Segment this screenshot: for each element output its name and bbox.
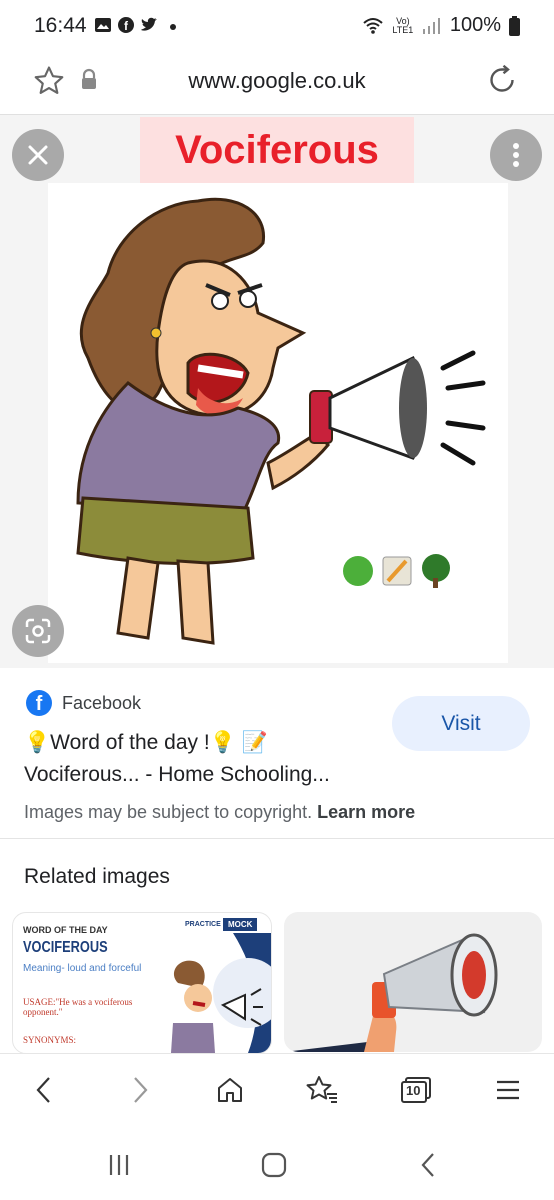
image-word-banner: Vociferous [140, 117, 414, 183]
shouting-woman-illustration [76, 197, 486, 645]
related-image-card[interactable] [284, 912, 542, 1052]
result-title-line1: 💡Word of the day !💡 📝 [24, 731, 268, 754]
url-bar: www.google.co.uk [0, 52, 554, 115]
source-name: Facebook [62, 692, 142, 713]
card-word: VOCIFEROUS [23, 939, 108, 956]
system-back-button[interactable] [407, 1147, 451, 1183]
close-icon [28, 145, 48, 165]
tabs-button[interactable]: 10 [394, 1070, 438, 1110]
image-word-text: Vociferous [175, 128, 379, 172]
card-mock-badge: MOCK [223, 918, 258, 931]
close-button[interactable] [12, 129, 64, 181]
url-text[interactable]: www.google.co.uk [0, 68, 554, 94]
card-meaning: Meaning- loud and forceful [23, 963, 142, 974]
forward-icon [134, 1077, 148, 1103]
battery-percent: 100% [449, 14, 501, 36]
home-button[interactable] [208, 1070, 252, 1110]
bookmarks-button[interactable] [300, 1070, 344, 1110]
reload-icon[interactable] [484, 62, 520, 98]
recents-button[interactable] [97, 1147, 141, 1183]
divider [0, 838, 554, 839]
visit-button[interactable]: Visit [392, 696, 530, 751]
system-navigation-bar [0, 1125, 554, 1200]
gallery-icon [95, 18, 111, 32]
twitter-icon [141, 17, 157, 31]
card-practice-label: PRACTICE [185, 921, 221, 928]
result-title-line2: Vociferous... - Home Schooling... [24, 763, 330, 786]
status-right: Vo) LTE1 100% [362, 14, 520, 37]
menu-button[interactable] [486, 1070, 530, 1110]
card-synonyms: SYNONYMS: [23, 1035, 77, 1045]
wifi-icon [363, 17, 383, 34]
card-illustration [171, 933, 271, 1053]
megaphone-illustration [284, 933, 498, 1052]
related-image-card[interactable]: WORD OF THE DAY VOCIFEROUS Meaning- loud… [12, 912, 272, 1054]
recents-icon [109, 1155, 129, 1175]
image-viewer[interactable]: Vociferous [0, 115, 554, 668]
copyright-text: Images may be subject to copyright. [24, 802, 318, 822]
tabs-count: 10 [406, 1083, 421, 1098]
status-time: 16:44 [34, 14, 87, 37]
signal-icon [422, 17, 440, 34]
more-vert-icon [513, 143, 519, 167]
home-icon [218, 1078, 242, 1102]
notification-dot [170, 24, 176, 30]
lens-search-button[interactable] [12, 605, 64, 657]
battery-icon [509, 15, 520, 36]
card-kicker: WORD OF THE DAY [23, 925, 108, 935]
copyright-notice: Images may be subject to copyright. Lear… [24, 802, 415, 823]
result-title[interactable]: 💡Word of the day !💡 📝 Vociferous... - Ho… [24, 727, 374, 791]
system-home-button[interactable] [252, 1147, 296, 1183]
facebook-status-icon: f [118, 17, 134, 33]
system-home-icon [261, 1152, 287, 1178]
system-back-icon [421, 1153, 434, 1177]
learn-more-link[interactable]: Learn more [317, 802, 415, 822]
forward-button[interactable] [118, 1070, 162, 1110]
back-button[interactable] [22, 1070, 66, 1110]
related-images-title: Related images [24, 865, 170, 888]
more-options-button[interactable] [490, 129, 542, 181]
result-source[interactable]: f Facebook [26, 690, 141, 716]
bookmarks-star-icon [306, 1076, 337, 1103]
facebook-logo-icon: f [26, 690, 52, 716]
card-usage: USAGE:"He was a vociferous opponent." [23, 997, 133, 1017]
menu-icon [497, 1080, 519, 1100]
status-bar: 16:44 f Vo) LTE1 100% [0, 0, 554, 52]
browser-toolbar: 10 [0, 1053, 554, 1126]
lens-icon [25, 618, 51, 644]
back-icon [36, 1077, 50, 1103]
preview-image [48, 183, 508, 663]
network-label: Vo) LTE1 [392, 15, 414, 35]
